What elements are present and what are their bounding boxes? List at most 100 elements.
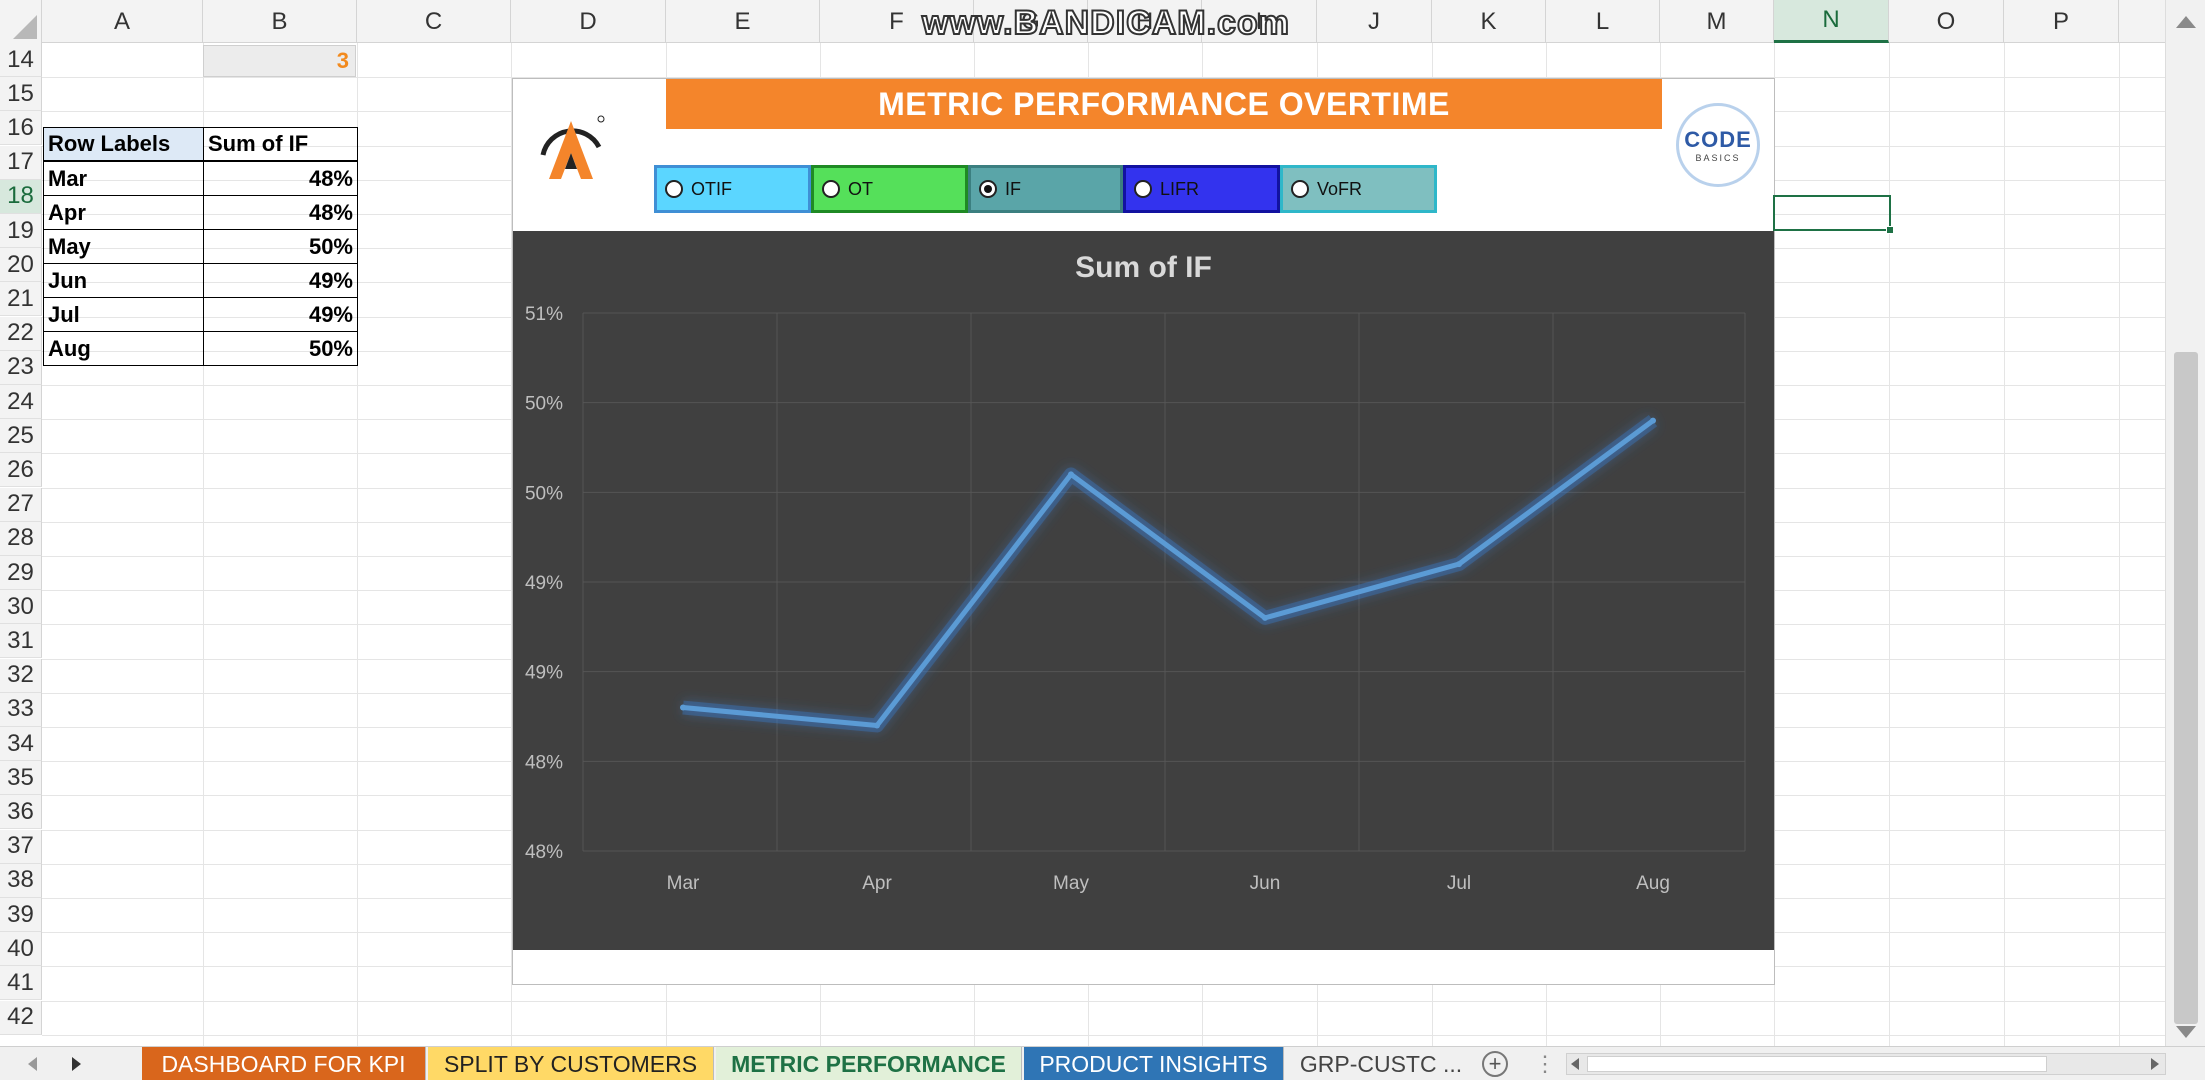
row-header-34[interactable]: 34 [0, 727, 42, 761]
pivot-row-label[interactable]: Mar [43, 161, 204, 196]
scroll-right-icon[interactable] [2151, 1058, 2159, 1070]
data-point[interactable] [1456, 561, 1462, 568]
row-header-23[interactable]: 23 [0, 350, 42, 385]
tab-metric-performance[interactable]: METRIC PERFORMANCE [716, 1047, 1022, 1080]
option-ot[interactable]: OT [811, 165, 968, 213]
radio-icon[interactable] [1291, 180, 1309, 198]
row-header-42[interactable]: 42 [0, 1000, 42, 1035]
tab-split-handle-icon[interactable]: ⋮ [1534, 1051, 1556, 1077]
horizontal-scrollbar[interactable] [1566, 1053, 2166, 1075]
row-header-14[interactable]: 14 [0, 43, 42, 77]
row-header-22[interactable]: 22 [0, 316, 42, 351]
x-tick-label: Jul [1447, 873, 1471, 894]
pivot-row-value[interactable]: 48% [203, 195, 358, 230]
tab-nav-left-icon[interactable] [28, 1057, 37, 1071]
pivot-row-label[interactable]: Jul [43, 297, 204, 332]
pivot-header-row-labels[interactable]: Row Labels [43, 127, 204, 161]
option-label: IF [1005, 178, 1021, 199]
logo-text-main: CODE [1684, 127, 1752, 152]
row-header-16[interactable]: 16 [0, 111, 42, 146]
column-header-k[interactable]: K [1432, 0, 1546, 43]
line-chart[interactable]: 48% 48% 49% 49% 50% 50% 51% Mar Apr May Jun Jul Aug [513, 231, 1774, 950]
radio-icon[interactable] [979, 180, 997, 198]
data-point[interactable] [1650, 417, 1656, 424]
add-sheet-icon[interactable]: + [1482, 1051, 1508, 1077]
row-header-21[interactable]: 21 [0, 282, 42, 317]
row-header-17[interactable]: 17 [0, 145, 42, 180]
option-otif[interactable]: OTIF [654, 165, 811, 213]
vertical-scroll-thumb[interactable] [2174, 352, 2198, 1024]
row-header-36[interactable]: 36 [0, 795, 42, 830]
data-point[interactable] [680, 704, 686, 711]
y-tick-label: 51% [525, 304, 563, 325]
chart-area[interactable]: Sum of IF 48% 48% 49% 49% 50% 50% 51% Mar Apr Ma… [513, 231, 1774, 950]
data-point[interactable] [874, 722, 880, 729]
option-vofr[interactable]: VoFR [1280, 165, 1437, 213]
row-header-15[interactable]: 15 [0, 77, 42, 112]
row-header-28[interactable]: 28 [0, 521, 42, 556]
row-header-20[interactable]: 20 [0, 248, 42, 283]
data-point[interactable] [1262, 614, 1268, 621]
column-header-o[interactable]: O [1889, 0, 2004, 43]
pivot-row-label[interactable]: Aug [43, 331, 204, 366]
row-header-27[interactable]: 27 [0, 487, 42, 522]
column-header-n[interactable]: N [1774, 0, 1889, 43]
column-header-l[interactable]: L [1546, 0, 1660, 43]
tab-grp-customers[interactable]: GRP-CUSTC ... [1286, 1047, 1476, 1080]
scroll-down-icon[interactable] [2176, 1026, 2196, 1038]
pivot-row-label[interactable]: Jun [43, 263, 204, 298]
radio-icon[interactable] [665, 180, 683, 198]
row-header-30[interactable]: 30 [0, 590, 42, 625]
column-header-j[interactable]: J [1317, 0, 1432, 43]
row-header-38[interactable]: 38 [0, 863, 42, 898]
column-header-p[interactable]: P [2004, 0, 2119, 43]
row-header-19[interactable]: 19 [0, 214, 42, 248]
row-header-33[interactable]: 33 [0, 692, 42, 727]
y-tick-label: 48% [525, 842, 563, 863]
row-header-35[interactable]: 35 [0, 761, 42, 796]
vertical-scrollbar[interactable] [2165, 0, 2205, 1046]
column-header-b[interactable]: B [203, 0, 357, 43]
column-header-a[interactable]: A [42, 0, 203, 43]
pivot-row-value[interactable]: 48% [203, 161, 358, 196]
row-header-26[interactable]: 26 [0, 453, 42, 488]
option-if[interactable]: IF [968, 165, 1123, 213]
horizontal-scroll-thumb[interactable] [1587, 1056, 2047, 1072]
row-header-32[interactable]: 32 [0, 658, 42, 693]
fill-handle[interactable] [1886, 226, 1894, 234]
selected-cell-n18[interactable] [1773, 195, 1894, 234]
row-header-29[interactable]: 29 [0, 556, 42, 590]
scroll-left-icon[interactable] [1571, 1058, 1579, 1070]
tab-split-by-customers[interactable]: SPLIT BY CUSTOMERS [428, 1047, 714, 1080]
cell-b14[interactable]: 3 [203, 45, 356, 77]
column-header-m[interactable]: M [1660, 0, 1774, 43]
row-header-31[interactable]: 31 [0, 624, 42, 659]
pivot-row-value[interactable]: 49% [203, 297, 358, 332]
select-all-corner[interactable] [0, 0, 42, 43]
row-header-25[interactable]: 25 [0, 419, 42, 454]
row-header-18[interactable]: 18 [0, 179, 42, 214]
pivot-row-value[interactable]: 49% [203, 263, 358, 298]
pivot-row-value[interactable]: 50% [203, 331, 358, 366]
radio-icon[interactable] [822, 180, 840, 198]
pivot-row-label[interactable]: May [43, 229, 204, 264]
column-header-c[interactable]: C [357, 0, 511, 43]
row-header-37[interactable]: 37 [0, 829, 42, 864]
pivot-header-sum[interactable]: Sum of IF [203, 127, 358, 161]
series-line[interactable] [682, 418, 1655, 728]
row-header-39[interactable]: 39 [0, 898, 42, 932]
tab-nav-right-icon[interactable] [72, 1057, 81, 1071]
column-header-d[interactable]: D [511, 0, 666, 43]
pivot-row-label[interactable]: Apr [43, 195, 204, 230]
column-header-e[interactable]: E [666, 0, 820, 43]
tab-product-insights[interactable]: PRODUCT INSIGHTS [1024, 1047, 1284, 1080]
row-header-41[interactable]: 41 [0, 966, 42, 1001]
row-header-40[interactable]: 40 [0, 932, 42, 967]
pivot-row-value[interactable]: 50% [203, 229, 358, 264]
option-lifr[interactable]: LIFR [1123, 165, 1280, 213]
radio-icon[interactable] [1134, 180, 1152, 198]
scroll-up-icon[interactable] [2176, 16, 2196, 28]
row-header-24[interactable]: 24 [0, 385, 42, 419]
tab-dashboard-for-kpi[interactable]: DASHBOARD FOR KPI [142, 1047, 426, 1080]
data-point[interactable] [1068, 471, 1074, 478]
